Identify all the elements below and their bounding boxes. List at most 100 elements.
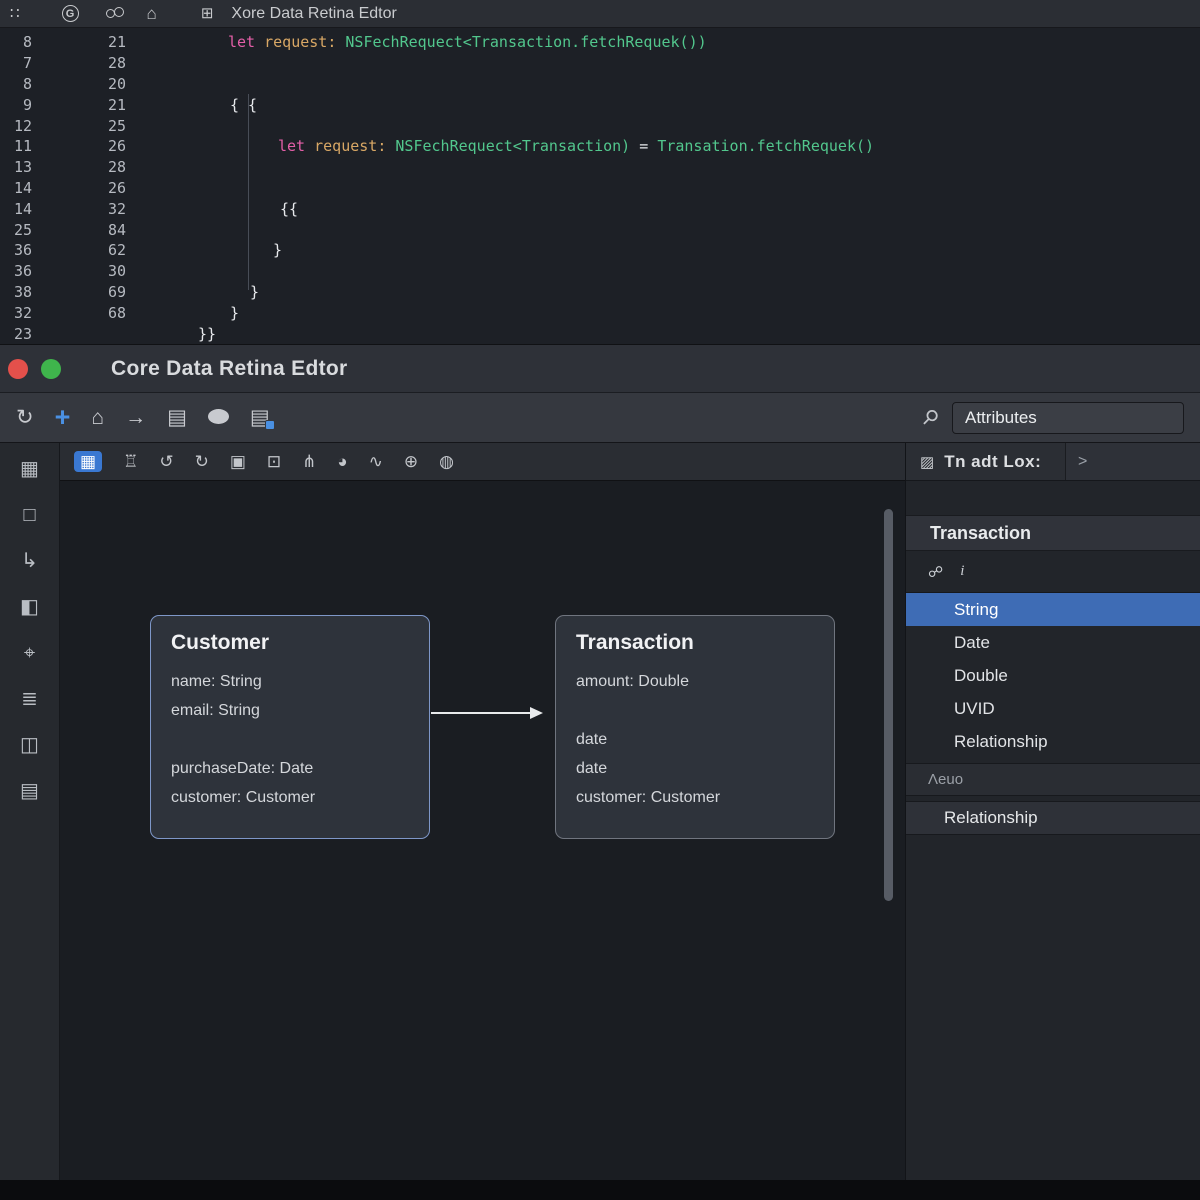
grid-icon[interactable]: ⊞: [201, 6, 214, 21]
search-icon[interactable]: ⚲: [917, 403, 945, 431]
line-number-primary: 8: [0, 75, 32, 93]
line-number-primary: 25: [0, 221, 32, 239]
duplicate-tool[interactable]: ⊡: [267, 453, 281, 470]
frame-icon[interactable]: □: [23, 505, 35, 525]
entity-row-transaction[interactable]: Transaction: [906, 515, 1200, 551]
entity-attribute: customer: Customer: [576, 783, 814, 812]
entity-attribute: amount: Double: [576, 667, 814, 696]
line-number-primary: 13: [0, 158, 32, 176]
panel-icon[interactable]: ▤: [167, 407, 187, 428]
entity-attribute: date: [576, 725, 814, 754]
entity-attribute: [171, 725, 409, 754]
type-row-string[interactable]: String: [906, 593, 1200, 626]
code-editor[interactable]: 8 21 let request: NSFechRequect<Transactio…: [0, 28, 1200, 345]
move-tool[interactable]: ⊕: [404, 453, 418, 470]
line-number-primary: 14: [0, 179, 32, 197]
pie-tool[interactable]: ◕: [337, 453, 347, 470]
building-tool[interactable]: ♖: [123, 453, 138, 470]
comment-bubble-shape: [208, 409, 229, 424]
code-text[interactable]: let request: NSFechRequect<Transaction) …: [278, 137, 1200, 155]
entity-customer[interactable]: Customername: Stringemail: Stringpurchas…: [150, 615, 430, 839]
undo-button[interactable]: ↺: [159, 453, 173, 470]
comment-icon[interactable]: [208, 407, 229, 428]
grid-icon[interactable]: ▦: [20, 459, 39, 479]
left-sidebar: ▦ □ ↳ ◧ ⌖ ≣ ◫ ▤: [0, 443, 60, 1180]
window-top-bar: ∷ G ⌂ ⊞ Xore Data Retina Edtor: [0, 0, 1200, 28]
code-line: 1426: [0, 178, 1200, 199]
inspector-header: ▨ Tn adt Lox: >: [906, 443, 1200, 481]
columns-icon[interactable]: ◫: [20, 735, 39, 755]
globe-tool[interactable]: ◍: [439, 453, 454, 470]
split-icon[interactable]: ◧: [20, 597, 39, 617]
search-area: ⚲ Attributes: [923, 402, 1184, 434]
line-number-secondary: 25: [32, 117, 126, 135]
line-number-primary: 12: [0, 117, 32, 135]
code-token: { {: [230, 96, 257, 114]
info-icon[interactable]: i: [960, 563, 964, 580]
indent-guide: [248, 94, 249, 290]
window-title: Xore Data Retina Edtor: [231, 5, 396, 23]
type-row-date[interactable]: Date: [906, 626, 1200, 659]
flow-icon[interactable]: ↳: [21, 551, 38, 571]
line-number-secondary: 21: [32, 33, 126, 51]
code-line: 1328: [0, 157, 1200, 178]
code-token: }: [230, 304, 239, 322]
link-tool[interactable]: ∿: [369, 453, 383, 470]
code-text[interactable]: }}: [198, 325, 1200, 343]
code-text[interactable]: }: [273, 241, 1200, 259]
code-token: request:: [264, 33, 345, 51]
badge-dot: [265, 420, 275, 430]
refresh-icon[interactable]: ↻: [16, 407, 34, 428]
code-text[interactable]: }: [230, 304, 1200, 322]
relationship-row[interactable]: Relationship: [906, 801, 1200, 835]
entity-title: Customer: [171, 631, 409, 655]
target-icon[interactable]: ⌖: [24, 643, 35, 663]
home-icon[interactable]: ⌂: [91, 407, 104, 428]
line-number-primary: 36: [0, 241, 32, 259]
type-row-uvid[interactable]: UVID: [906, 692, 1200, 725]
line-number-primary: 7: [0, 54, 32, 72]
code-token: }}: [198, 325, 216, 343]
hierarchy-tool[interactable]: ⋔: [302, 453, 316, 470]
code-text[interactable]: { {: [230, 96, 1200, 114]
code-token: NSFechRequect<Transaction): [395, 137, 639, 155]
zoom-button[interactable]: [41, 359, 61, 379]
type-row-relationship[interactable]: Relationship: [906, 725, 1200, 758]
line-number-primary: 11: [0, 137, 32, 155]
model-canvas[interactable]: Customername: Stringemail: Stringpurchas…: [60, 481, 905, 1180]
code-text[interactable]: {{: [280, 200, 1200, 218]
line-number-secondary: 26: [32, 137, 126, 155]
forward-icon[interactable]: →: [125, 407, 146, 428]
app-window: ∷ G ⌂ ⊞ Xore Data Retina Edtor 8 21 let re…: [0, 0, 1200, 1200]
canvas-scrollbar[interactable]: [884, 509, 893, 901]
main-area: ▦ □ ↳ ◧ ⌖ ≣ ◫ ▤ ▦ ♖ ↺ ↻ ▣ ⊡ ⋔ ◕ ∿ ⊕ ◍ Customername: Strin…: [0, 443, 1200, 1180]
code-line: 1126 let request: NSFechRequect<Transacti…: [0, 136, 1200, 157]
add-button[interactable]: +: [55, 404, 71, 431]
home-icon[interactable]: ⌂: [147, 5, 157, 22]
copy-tool[interactable]: ▣: [230, 453, 246, 470]
list-icon[interactable]: ≣: [21, 689, 38, 709]
type-row-double[interactable]: Double: [906, 659, 1200, 692]
editor-center: ▦ ♖ ↺ ↻ ▣ ⊡ ⋔ ◕ ∿ ⊕ ◍ Customername: Stringemail: S…: [60, 443, 905, 1180]
code-line: 23}}: [0, 323, 1200, 344]
window-grid-icon[interactable]: ∷: [10, 6, 22, 21]
select-tool[interactable]: ▦: [74, 451, 102, 472]
inspector-disclosure[interactable]: >: [1065, 443, 1200, 480]
people-icon[interactable]: [105, 6, 125, 22]
g-circle-icon[interactable]: G: [62, 5, 79, 22]
line-number-secondary: 28: [32, 54, 126, 72]
hatch-square-icon[interactable]: ▨: [920, 453, 934, 471]
code-text[interactable]: let request: NSFechRequect<Transaction.f…: [228, 33, 1200, 51]
search-input[interactable]: Attributes: [952, 402, 1184, 434]
redo-button[interactable]: ↻: [195, 453, 209, 470]
editor-badge-icon[interactable]: ▤: [250, 407, 270, 428]
app-title-bar: Core Data Retina Edtor: [0, 345, 1200, 393]
code-token: let: [228, 33, 264, 51]
entity-transaction[interactable]: Transactionamount: Doubledatedatecustome…: [555, 615, 835, 839]
document-icon[interactable]: ▤: [20, 781, 39, 801]
entity-title: Transaction: [576, 631, 814, 655]
link-icon[interactable]: ☍: [928, 563, 943, 581]
code-line: 821let request: NSFechRequect<Transactio…: [0, 32, 1200, 53]
code-text[interactable]: }: [250, 283, 1200, 301]
close-button[interactable]: [8, 359, 28, 379]
